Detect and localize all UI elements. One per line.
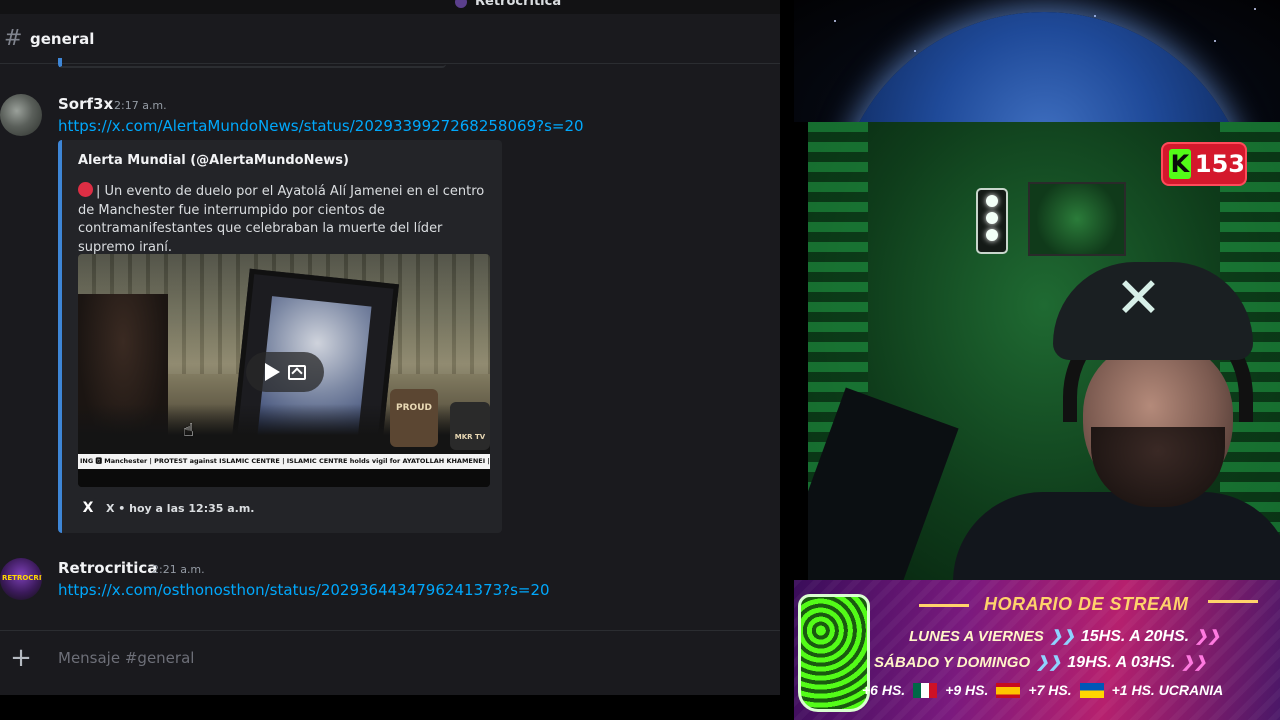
schedule-days: SÁBADO Y DOMINGO: [874, 654, 1031, 671]
schedule-time: 15HS. A 20HS.: [1080, 628, 1190, 645]
streamer: ✕: [913, 262, 1280, 580]
double-arrow-icon: ❯❯: [1049, 628, 1075, 645]
timezone-row: +6 HS. +9 HS. +7 HS. +1 HS. UCRANIA: [862, 682, 1223, 698]
double-arrow-icon: ❯❯: [1181, 654, 1207, 671]
mexico-flag-icon: [913, 682, 938, 698]
embed-description: | Un evento de duelo por el Ayatolá Alí …: [78, 182, 490, 257]
schedule-row: SÁBADO Y DOMINGO ❯❯ 19HS. A 03HS. ❯❯: [874, 653, 1207, 672]
ukraine-flag-icon: [1079, 682, 1104, 698]
avatar[interactable]: [0, 94, 42, 136]
channel-header: # general: [0, 14, 780, 64]
avatar[interactable]: RETROCRITICA: [0, 558, 42, 600]
embed-author[interactable]: Alerta Mundial (@AlertaMundoNews): [78, 153, 349, 168]
planet-earth: [834, 12, 1254, 122]
star: [1094, 15, 1096, 17]
double-arrow-icon: ❯❯: [1195, 628, 1221, 645]
light-panel: [976, 188, 1008, 254]
star: [1254, 8, 1256, 10]
timezone-offset: +6 HS.: [862, 682, 906, 698]
viewer-count: 153: [1194, 150, 1245, 178]
message-timestamp: 2:21 a.m.: [152, 563, 205, 576]
previous-embed: [58, 58, 446, 68]
proud-sign: PROUD: [390, 389, 438, 447]
video-preview[interactable]: PROUD MKR TV ING 🅱 Manchester | PROTEST …: [78, 254, 490, 487]
double-arrow-icon: ❯❯: [1036, 654, 1062, 671]
radar-screen: [1028, 182, 1126, 256]
message-author[interactable]: Sorf3x: [58, 95, 113, 113]
screen: Retrocritica # general Sorf3x 2:17 a.m. …: [0, 0, 1280, 720]
server-title: Retrocritica: [455, 0, 561, 9]
x-logo-icon: X: [78, 498, 98, 518]
kick-viewer-badge: K 153: [1161, 142, 1247, 186]
open-external-icon[interactable]: [287, 364, 306, 380]
timezone-offset: +7 HS.: [1028, 682, 1072, 698]
cap-x-logo-icon: ✕: [1115, 266, 1162, 331]
embed-footer: X X • hoy a las 12:35 a.m.: [78, 498, 254, 518]
timezone-offset: +1 HS. UCRANIA: [1111, 682, 1224, 698]
link-embed: Alerta Mundial (@AlertaMundoNews) | Un e…: [58, 140, 502, 533]
server-icon: [455, 0, 467, 8]
play-icon[interactable]: [264, 363, 280, 381]
schedule-row: LUNES A VIERNES ❯❯ 15HS. A 20HS. ❯❯: [909, 627, 1220, 646]
hand-cursor-icon: ☝: [183, 420, 194, 441]
timezone-offset: +9 HS.: [945, 682, 989, 698]
embed-footer-text: X • hoy a las 12:35 a.m.: [106, 501, 255, 515]
cap: ✕: [1053, 262, 1253, 360]
discord-window: Retrocritica # general Sorf3x 2:17 a.m. …: [0, 0, 780, 695]
kick-logo-icon: K: [1169, 149, 1191, 179]
divider: [919, 604, 969, 607]
schedule-time: 19HS. A 03HS.: [1067, 654, 1176, 671]
video-watermark: MKR TV: [450, 402, 490, 450]
star: [834, 20, 836, 22]
schedule-title: HORARIO DE STREAM: [984, 594, 1189, 614]
message-input[interactable]: Mensaje #general: [58, 649, 738, 667]
stream-schedule: HORARIO DE STREAM LUNES A VIERNES ❯❯ 15HS.…: [794, 580, 1280, 720]
avatar-text: RETROCRITICA: [2, 574, 42, 582]
message-composer: + Mensaje #general: [0, 630, 780, 688]
red-circle-icon: [78, 182, 93, 197]
shirt: [953, 492, 1280, 580]
bottom-bar: [0, 695, 780, 720]
video-bottom-bar: [78, 469, 490, 487]
message-link[interactable]: https://x.com/osthonosthon/status/202936…: [58, 581, 550, 599]
server-name: Retrocritica: [475, 0, 562, 9]
spain-flag-icon: [996, 682, 1021, 698]
hash-icon: #: [4, 26, 23, 51]
channel-logo-icon: [798, 594, 870, 712]
video-controls[interactable]: [246, 352, 324, 392]
divider: [1208, 600, 1258, 603]
webcam-feed: ✕: [808, 122, 1280, 580]
star: [914, 50, 916, 52]
video-ticker: ING 🅱 Manchester | PROTEST against ISLAM…: [78, 454, 490, 469]
embed-description-text: | Un evento de duelo por el Ayatolá Alí …: [78, 184, 485, 255]
channel-name: general: [30, 29, 95, 48]
message-link[interactable]: https://x.com/AlertaMundoNews/status/202…: [58, 117, 584, 135]
plus-icon[interactable]: +: [10, 645, 32, 671]
message-author[interactable]: Retrocritica: [58, 559, 157, 577]
schedule-days: LUNES A VIERNES: [909, 628, 1044, 645]
message-timestamp: 2:17 a.m.: [114, 99, 167, 112]
title-bar: [0, 0, 780, 14]
space-banner: [794, 0, 1280, 122]
star: [1214, 40, 1216, 42]
